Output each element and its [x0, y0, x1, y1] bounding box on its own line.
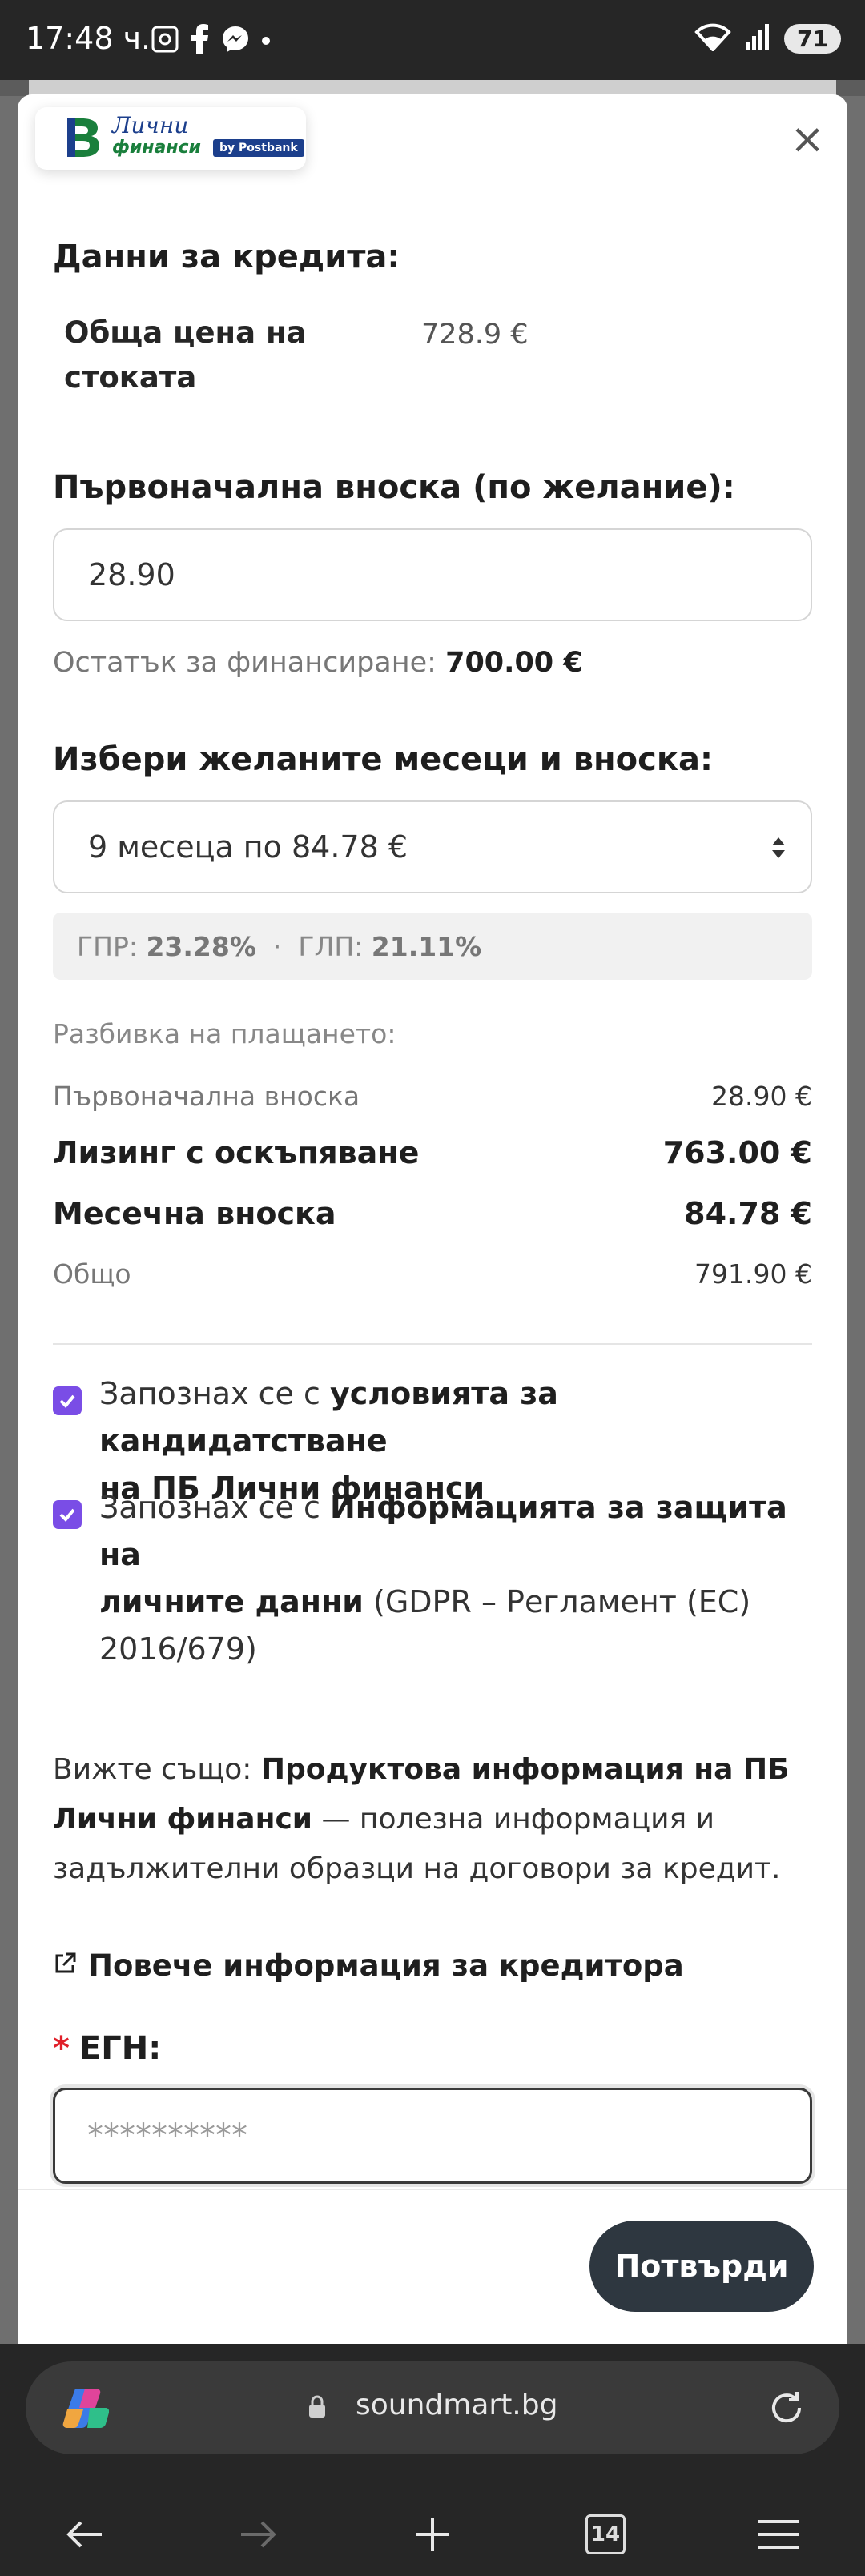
page-backdrop [0, 80, 865, 96]
breakdown-leasing-row: Лизинг с оскъпяване 763.00 € [53, 1135, 812, 1170]
address-bar[interactable]: soundmart.bg [26, 2361, 839, 2454]
divider [53, 1343, 812, 1345]
breakdown-total-row: Общо 791.90 € [53, 1258, 812, 1290]
down-payment-input[interactable]: 28.90 [53, 528, 812, 621]
reload-icon[interactable] [764, 2385, 809, 2434]
egn-input[interactable]: ********** [53, 2088, 812, 2184]
external-link-icon [53, 1948, 77, 1983]
gdpr-text: Запознах се с Информацията за защита на … [99, 1490, 787, 1667]
battery-icon: 71 [784, 23, 841, 54]
remaining-amount: Остатък за финансиране: 700.00 € [53, 647, 583, 679]
tabs-button[interactable]: 14 [573, 2502, 638, 2566]
copilot-icon[interactable] [61, 2385, 110, 2434]
tabs-count: 14 [585, 2514, 626, 2554]
gdpr-checkbox[interactable] [53, 1500, 82, 1529]
months-title: Избери желаните месеци и вноска: [53, 741, 713, 778]
logo-badge: by Postbank [213, 139, 304, 157]
logo-line2: финанси [112, 138, 201, 158]
dot-icon [261, 34, 271, 49]
egn-placeholder: ********** [87, 2117, 247, 2154]
egn-label: * ЕГН: [53, 2030, 162, 2067]
status-time: 17:48 ч. [26, 21, 151, 56]
months-select[interactable]: 9 месеца по 84.78 € [53, 800, 812, 893]
creditor-info-link[interactable]: Повече информация за кредитора [53, 1948, 684, 1983]
gdpr-link-2[interactable]: личните данни [99, 1584, 364, 1619]
required-marker: * [53, 2030, 70, 2067]
logo-line1: Лични [112, 112, 189, 138]
credit-modal: Лични финанси by Postbank × Данни за кре… [18, 94, 847, 2344]
browser-toolbar: soundmart.bg 14 [0, 2344, 865, 2576]
rates-info: ГПР: 23.28% · ГЛП: 21.11% [53, 913, 812, 980]
product-info-link[interactable]: Продуктова информация на ПБ [261, 1753, 790, 1786]
down-payment-title: Първоначална вноска (по желание): [53, 469, 735, 506]
menu-icon[interactable] [746, 2502, 811, 2566]
close-button[interactable]: × [790, 118, 825, 160]
back-icon[interactable] [53, 2502, 117, 2566]
footer-divider [18, 2189, 847, 2190]
browser-nav: 14 [0, 2488, 865, 2576]
breakdown-monthly-row: Месечна вноска 84.78 € [53, 1196, 812, 1231]
url-text: soundmart.bg [356, 2389, 558, 2422]
system-icons: 71 [694, 22, 841, 54]
status-bar: 17:48 ч. 71 [0, 0, 865, 80]
credit-title: Данни за кредита: [53, 239, 400, 275]
total-price-label: Обща цена на стоката [64, 315, 307, 395]
down-payment-value: 28.90 [88, 557, 175, 592]
months-selected-value: 9 месеца по 84.78 € [88, 829, 408, 865]
lock-icon [308, 2395, 327, 2422]
product-info-link-2[interactable]: Лични финанси [53, 1803, 312, 1836]
facebook-icon [191, 24, 210, 58]
notification-icons [151, 24, 271, 58]
breakdown-down-row: Първоначална вноска 28.90 € [53, 1081, 812, 1112]
signal-icon [744, 22, 771, 54]
new-tab-icon[interactable] [400, 2502, 465, 2566]
screenshot-icon [151, 25, 179, 57]
lichni-finansi-logo: Лични финанси by Postbank [35, 107, 306, 170]
wifi-icon [694, 22, 731, 54]
total-price-value: 728.9 € [421, 319, 529, 351]
messenger-icon [221, 25, 250, 57]
forward-icon[interactable] [226, 2502, 290, 2566]
see-also-text: Вижте също: Продуктова информация на ПБ … [53, 1753, 790, 1885]
select-caret-icon [770, 836, 787, 861]
terms-checkbox[interactable] [53, 1386, 82, 1415]
breakdown-title: Разбивка на плащането: [53, 1018, 396, 1049]
confirm-button[interactable]: Потвърди [589, 2221, 814, 2312]
